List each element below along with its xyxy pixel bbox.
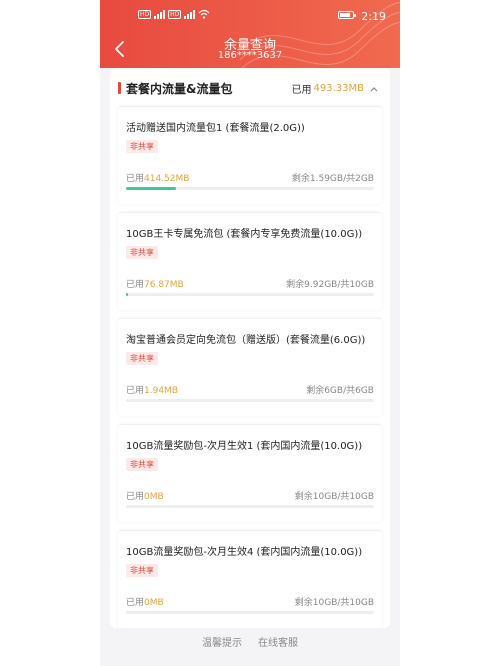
share-badge: 非共享 xyxy=(126,458,158,471)
share-badge: 非共享 xyxy=(126,140,158,153)
used-label: 已用 xyxy=(126,386,145,396)
used-label: 已用 xyxy=(126,280,145,290)
progress-track xyxy=(126,505,374,508)
package-used: 已用0MB xyxy=(126,489,164,502)
package-used: 已用76.87MB xyxy=(126,277,184,290)
package-item[interactable]: 10GB王卡专属免流包 (套餐内专享免费流量(10.0G)) 非共享 已用76.… xyxy=(118,212,382,310)
header: HD HD 2:19 余量查询 186****3637 xyxy=(100,0,400,68)
progress-track xyxy=(126,611,374,614)
package-remaining: 剩余6GB/共6GB xyxy=(306,386,374,396)
used-label: 已用 xyxy=(126,598,145,608)
signal-icon xyxy=(184,10,196,19)
section-title: 套餐内流量&流量包 xyxy=(126,82,233,96)
footer: 温馨提示 在线客服 xyxy=(100,628,400,666)
progress-track xyxy=(126,399,374,402)
package-name: 10GB王卡专属免流包 (套餐内专享免费流量(10.0G)) xyxy=(126,229,363,240)
progress-fill xyxy=(126,187,176,190)
used-prefix: 已用 xyxy=(291,85,312,96)
used-value: 76.87MB xyxy=(144,280,184,290)
package-item[interactable]: 10GB流量奖励包-次月生效4 (套内国内流量(10.0G)) 非共享 已用0M… xyxy=(118,530,382,628)
status-time: 2:19 xyxy=(361,10,386,23)
used-amount: 493.33MB xyxy=(313,83,364,94)
share-badge: 非共享 xyxy=(126,246,158,259)
used-value: 414.52MB xyxy=(144,174,190,184)
chevron-up-icon[interactable] xyxy=(370,86,378,92)
package-used: 已用414.52MB xyxy=(126,171,189,184)
share-badge: 非共享 xyxy=(126,352,158,365)
hd-icon: HD xyxy=(138,10,152,19)
package-remaining: 剩余1.59GB/共2GB xyxy=(291,174,374,184)
used-label: 已用 xyxy=(126,492,145,502)
tips-link[interactable]: 温馨提示 xyxy=(202,634,242,649)
package-remaining: 剩余10GB/共10GB xyxy=(294,492,374,502)
online-service-link[interactable]: 在线客服 xyxy=(258,634,298,649)
signal-icon xyxy=(154,10,166,19)
progress-track xyxy=(126,187,374,190)
phone-number: 186****3637 xyxy=(217,50,283,61)
signal-group: HD HD xyxy=(138,9,210,19)
package-name: 10GB流量奖励包-次月生效1 (套内国内流量(10.0G)) xyxy=(126,441,363,452)
package-name: 淘宝普通会员定向免流包（赠送版）(套餐流量(6.0G)) xyxy=(126,335,366,346)
package-remaining: 剩余9.92GB/共10GB xyxy=(286,280,374,290)
section-used-total: 已用 493.33MB xyxy=(292,81,378,96)
package-remaining: 剩余10GB/共10GB xyxy=(294,598,374,608)
data-usage-card: 套餐内流量&流量包 已用 493.33MB 活动赠送国内流量包1 (套餐流量(2… xyxy=(110,68,390,628)
section-accent-bar xyxy=(118,82,121,94)
package-name: 10GB流量奖励包-次月生效4 (套内国内流量(10.0G)) xyxy=(126,547,363,558)
battery-icon xyxy=(338,11,356,19)
section-header[interactable]: 套餐内流量&流量包 已用 493.33MB xyxy=(110,76,390,100)
used-value: 0MB xyxy=(144,492,164,502)
used-label: 已用 xyxy=(126,174,145,184)
package-item[interactable]: 活动赠送国内流量包1 (套餐流量(2.0G)) 非共享 已用414.52MB 剩… xyxy=(118,106,382,204)
share-badge: 非共享 xyxy=(126,564,158,577)
progress-track xyxy=(126,293,374,296)
package-name: 活动赠送国内流量包1 (套餐流量(2.0G)) xyxy=(126,123,305,134)
package-item[interactable]: 淘宝普通会员定向免流包（赠送版）(套餐流量(6.0G)) 非共享 已用1.94M… xyxy=(118,318,382,416)
phone-screen: HD HD 2:19 余量查询 186****3637 套餐内流量&流量包 已用… xyxy=(100,0,400,666)
progress-fill xyxy=(126,293,128,296)
package-used: 已用0MB xyxy=(126,595,164,608)
status-bar: HD HD 2:19 xyxy=(100,0,400,30)
hd-icon: HD xyxy=(168,10,182,19)
wifi-icon xyxy=(198,9,210,19)
package-used: 已用1.94MB xyxy=(126,383,178,396)
used-value: 0MB xyxy=(144,598,164,608)
package-item[interactable]: 10GB流量奖励包-次月生效1 (套内国内流量(10.0G)) 非共享 已用0M… xyxy=(118,424,382,522)
used-value: 1.94MB xyxy=(144,386,178,396)
